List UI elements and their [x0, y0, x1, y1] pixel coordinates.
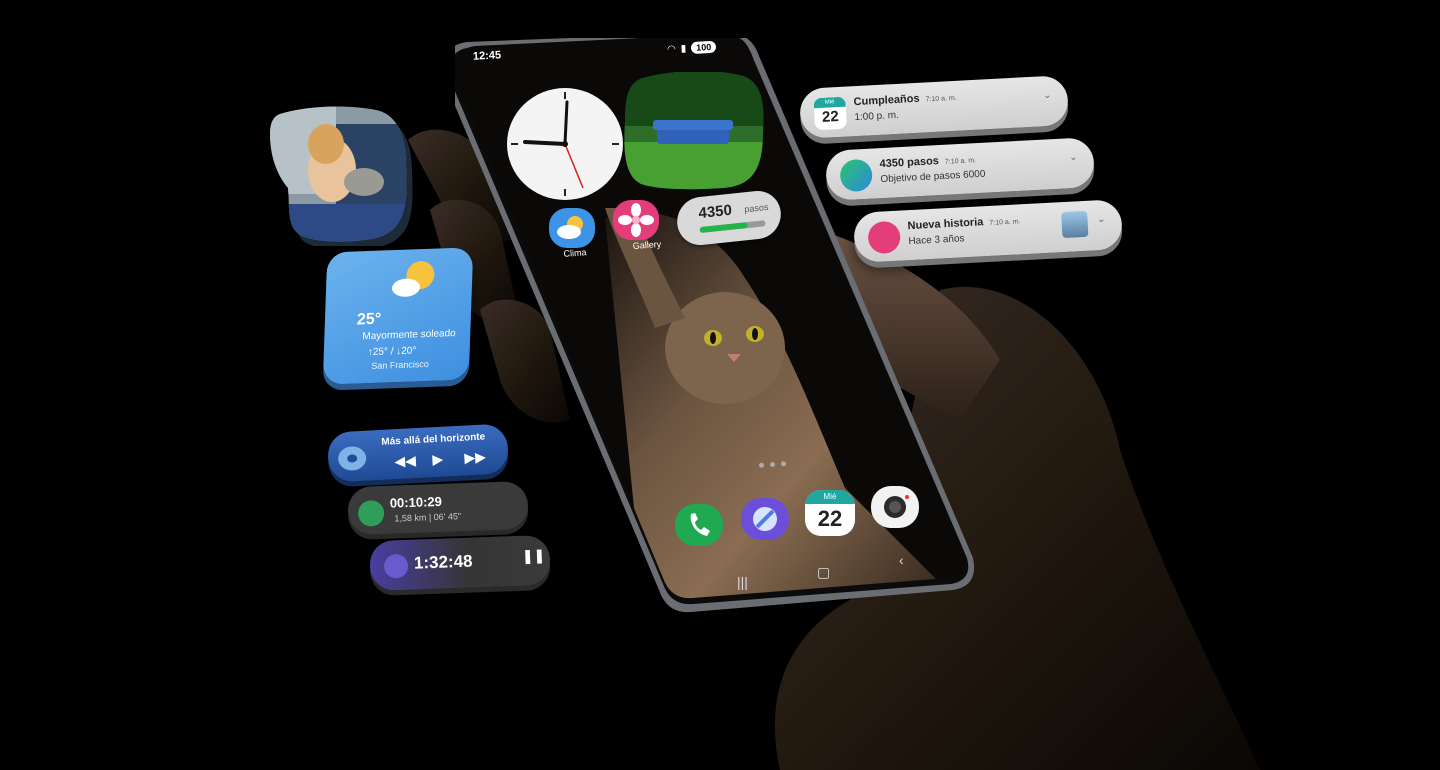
- fast-forward-button[interactable]: ▶▶: [464, 448, 486, 466]
- timer-widget[interactable]: 1:32:48 ❚❚: [369, 534, 551, 592]
- marketing-stage: 12:45 ◠ ▮ 100 4350 pasos Clima Gallery M…: [0, 0, 1440, 770]
- exercise-widget[interactable]: 00:10:29 1,58 km | 06' 45": [347, 480, 529, 536]
- wifi-icon: ◠: [666, 43, 677, 55]
- page-dot: [769, 461, 776, 468]
- page-dot: [780, 461, 787, 467]
- calendar-day: 22: [821, 108, 840, 126]
- back-button[interactable]: ‹: [899, 552, 904, 568]
- page-dot: [758, 462, 765, 468]
- clock-widget[interactable]: [505, 84, 625, 204]
- weather-desc: Mayormente soleado: [362, 327, 456, 343]
- exercise-details: 1,58 km | 06' 45": [394, 511, 462, 524]
- notification-title: 4350 pasos 7:10 a. m.: [879, 153, 976, 170]
- steps-progress-fill: [699, 222, 748, 234]
- timer-time: 1:32:48: [413, 551, 473, 573]
- photo-widget[interactable]: [266, 104, 416, 246]
- notification-body: Hace 3 años: [908, 233, 965, 248]
- pause-button[interactable]: ❚❚: [522, 547, 546, 565]
- gallery-icon: [867, 220, 902, 255]
- notification-title-text: Nueva historia: [907, 216, 984, 233]
- calendar-weekday: Mié: [805, 490, 855, 504]
- calendar-icon[interactable]: Mié 22: [805, 490, 855, 536]
- chevron-down-icon[interactable]: ⌄: [1069, 152, 1078, 163]
- chevron-down-icon[interactable]: ⌄: [1097, 214, 1106, 225]
- media-player-widget[interactable]: Más allá del horizonte ◀◀ ▶ ▶▶: [326, 423, 510, 483]
- notification-time: 7:10 a. m.: [925, 94, 957, 104]
- camera-icon[interactable]: [869, 484, 921, 530]
- weather-city: San Francisco: [371, 358, 429, 371]
- steps-progress-bar: [699, 220, 766, 234]
- notification-title-text: 4350 pasos: [879, 155, 940, 171]
- battery-indicator: 100: [690, 40, 717, 55]
- notification-body: 1:00 p. m.: [854, 109, 900, 124]
- status-icons: ◠ ▮ 100: [666, 40, 717, 56]
- notification-title: Cumpleaños 7:10 a. m.: [853, 91, 957, 108]
- home-button[interactable]: ▢: [817, 564, 830, 581]
- running-icon: [357, 499, 385, 527]
- chevron-down-icon[interactable]: ⌄: [1043, 90, 1052, 101]
- rewind-button[interactable]: ◀◀: [394, 452, 416, 470]
- status-time: 12:45: [472, 49, 502, 63]
- internet-icon[interactable]: [739, 496, 791, 542]
- page-indicator[interactable]: [758, 461, 787, 468]
- steps-widget[interactable]: 4350 pasos: [675, 188, 783, 248]
- flower-icon[interactable]: [611, 198, 661, 242]
- health-icon: [839, 158, 874, 193]
- weather-widget[interactable]: 25° Mayormente soleado ↑25° / ↓20° San F…: [322, 247, 474, 385]
- media-title: Más allá del horizonte: [381, 431, 486, 448]
- weather-temp: 25°: [356, 310, 382, 329]
- partly-sunny-icon: [391, 261, 435, 297]
- weather-icon[interactable]: [547, 206, 597, 250]
- steps-count: 4350: [698, 201, 733, 223]
- notification-time: 7:10 a. m.: [944, 157, 977, 166]
- signal-icon: ▮: [680, 42, 687, 55]
- calendar-day: 22: [817, 506, 843, 531]
- play-button[interactable]: ▶: [432, 451, 444, 469]
- notification-time: 7:10 a. m.: [989, 218, 1021, 227]
- notification-title-text: Cumpleaños: [853, 92, 920, 109]
- album-art-icon: [338, 446, 367, 471]
- exercise-time: 00:10:29: [389, 493, 443, 511]
- notification-body: Objetivo de pasos 6000: [880, 168, 986, 186]
- photo-frame-widget[interactable]: [623, 72, 765, 190]
- notification-title: Nueva historia 7:10 a. m.: [907, 214, 1020, 232]
- recents-button[interactable]: |||: [737, 574, 748, 590]
- hourglass-icon: [383, 553, 409, 579]
- steps-unit: pasos: [744, 201, 769, 215]
- weather-range: ↑25° / ↓20°: [367, 345, 417, 359]
- story-thumbnail: [1061, 210, 1089, 239]
- phone-icon[interactable]: [673, 502, 725, 548]
- calendar-icon: Mié 22: [813, 96, 848, 131]
